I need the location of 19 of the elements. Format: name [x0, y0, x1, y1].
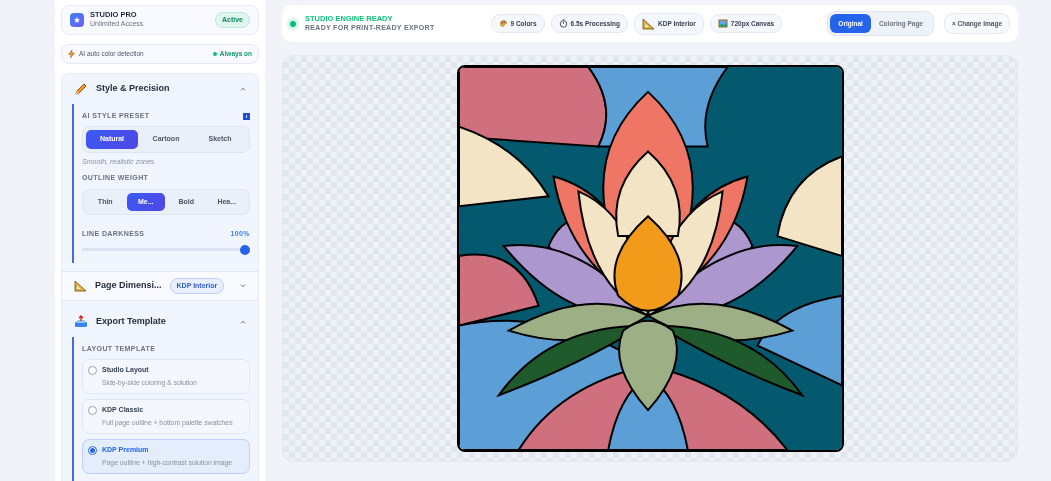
- picture-icon: [717, 19, 728, 28]
- palette-icon: [498, 19, 508, 28]
- radio-button[interactable]: [88, 446, 97, 456]
- section-title[interactable]: Style & Precision: [96, 82, 170, 96]
- radio-button[interactable]: [88, 406, 97, 416]
- section-title[interactable]: Page Dimensi...: [95, 279, 162, 293]
- slider-thumb[interactable]: [240, 244, 250, 255]
- pencil-icon: [74, 81, 88, 96]
- stopwatch-icon: [558, 19, 568, 28]
- app-logo-icon: [70, 13, 84, 27]
- radio-button[interactable]: [88, 366, 97, 376]
- lightning-icon: [68, 49, 75, 58]
- chevron-icon[interactable]: [240, 283, 246, 288]
- section-title[interactable]: Export Template: [96, 315, 166, 329]
- info-icon: [243, 112, 250, 120]
- chevron-icon[interactable]: [240, 319, 246, 324]
- status-dot: [290, 20, 296, 27]
- upload-tray-icon: [74, 315, 88, 329]
- chevron-icon[interactable]: [240, 86, 246, 91]
